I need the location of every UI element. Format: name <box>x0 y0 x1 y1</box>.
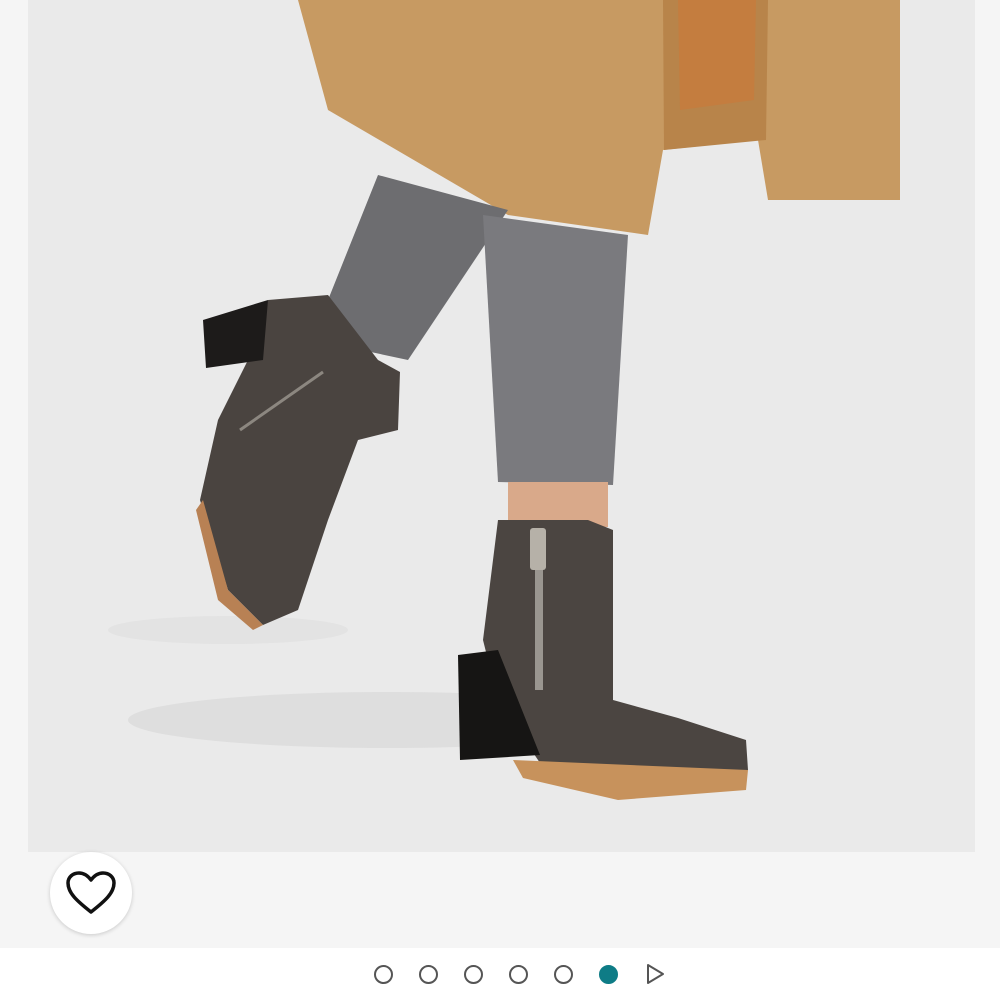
pagination-dot-6-active[interactable] <box>599 964 618 984</box>
image-pagination <box>0 948 1000 1000</box>
next-image-button[interactable] <box>644 963 666 985</box>
pagination-dot-4[interactable] <box>509 964 528 984</box>
favorite-button[interactable] <box>50 852 132 934</box>
pagination-dot-3[interactable] <box>464 964 483 984</box>
heart-icon <box>66 871 116 914</box>
product-image-gallery <box>0 0 1000 948</box>
pagination-dot-5[interactable] <box>554 964 573 984</box>
product-photo-illustration <box>108 0 900 800</box>
pagination-dot-1[interactable] <box>374 964 393 984</box>
pagination-dot-2[interactable] <box>419 964 438 984</box>
play-triangle-icon <box>647 964 664 984</box>
product-photo[interactable] <box>28 0 975 852</box>
